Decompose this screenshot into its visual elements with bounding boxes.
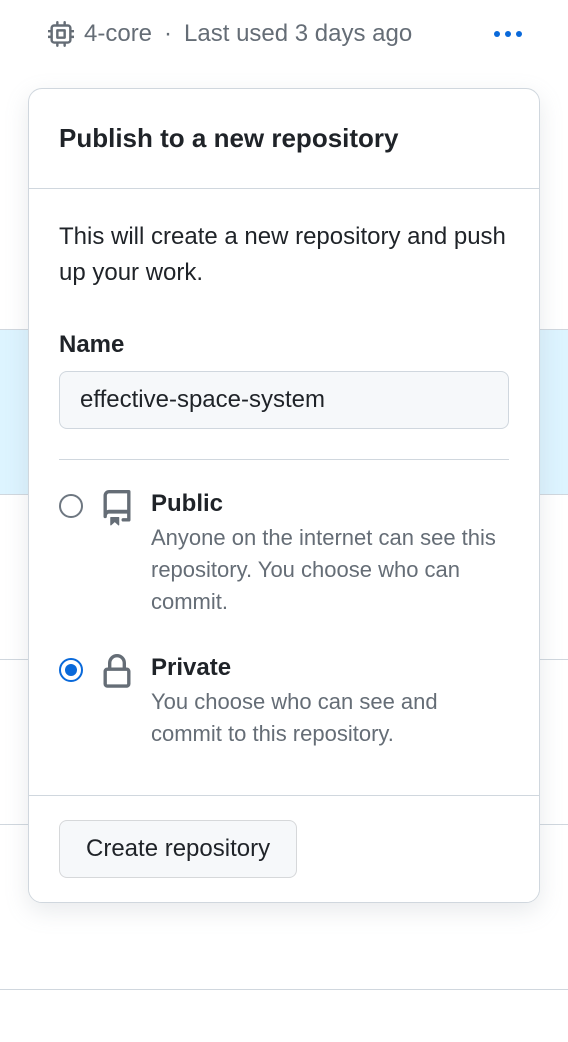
last-used-text: Last used 3 days ago: [184, 20, 412, 48]
private-description: You choose who can see and commit to thi…: [151, 686, 509, 750]
cpu-icon: [48, 21, 74, 47]
codespace-meta-row: 4-core · Last used 3 days ago: [0, 0, 568, 58]
publish-dialog: Publish to a new repository This will cr…: [28, 88, 540, 903]
name-label: Name: [59, 331, 509, 359]
more-actions-button[interactable]: [488, 25, 528, 43]
cpu-spec: 4-core: [48, 20, 152, 48]
dialog-title: Publish to a new repository: [59, 123, 509, 154]
private-title: Private: [151, 654, 509, 682]
radio-private[interactable]: [59, 658, 83, 682]
cpu-spec-text: 4-core: [84, 20, 152, 48]
visibility-option-public[interactable]: Public Anyone on the internet can see th…: [59, 490, 509, 618]
repository-name-input[interactable]: [59, 371, 509, 429]
visibility-option-private[interactable]: Private You choose who can see and commi…: [59, 654, 509, 750]
divider: [59, 459, 509, 460]
repo-icon: [99, 490, 135, 526]
create-repository-button[interactable]: Create repository: [59, 820, 297, 878]
dialog-body: This will create a new repository and pu…: [29, 189, 539, 795]
dialog-footer: Create repository: [29, 795, 539, 902]
lock-icon: [99, 654, 135, 690]
public-title: Public: [151, 490, 509, 518]
dialog-header: Publish to a new repository: [29, 89, 539, 189]
dialog-description: This will create a new repository and pu…: [59, 219, 509, 291]
public-description: Anyone on the internet can see this repo…: [151, 522, 509, 618]
radio-public[interactable]: [59, 494, 83, 518]
separator-dot: ·: [164, 20, 172, 48]
